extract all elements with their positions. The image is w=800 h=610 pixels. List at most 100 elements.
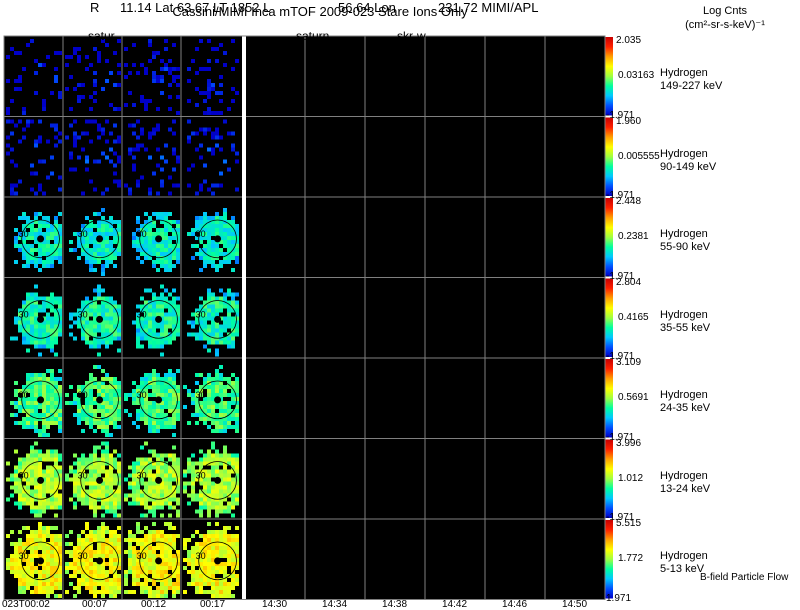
flux-pixel [195, 224, 199, 228]
flux-pixel [34, 212, 38, 216]
flux-pixel [101, 441, 105, 446]
flux-pixel [168, 417, 172, 421]
flux-pixel [219, 365, 223, 369]
flux-pixel [93, 465, 97, 470]
flux-pixel [93, 232, 97, 236]
flux-pixel [85, 481, 89, 486]
flux-pixel [93, 594, 97, 598]
flux-pixel [128, 413, 132, 417]
flux-pixel [211, 574, 215, 578]
flux-pixel [132, 240, 136, 244]
flux-pixel [156, 75, 160, 79]
flux-pixel [195, 509, 199, 514]
flux-pixel [77, 566, 81, 570]
flux-pixel [223, 324, 227, 329]
flux-pixel [46, 586, 50, 590]
flux-pixel [195, 191, 199, 196]
flux-pixel [101, 513, 105, 518]
flux-pixel [168, 308, 172, 313]
overlay-label-saturn: saturn [296, 29, 330, 43]
flux-pixel [227, 501, 231, 506]
flux-pixel [58, 477, 62, 482]
flux-pixel [117, 590, 121, 594]
flux-pixel [207, 501, 211, 506]
flux-pixel [219, 43, 223, 47]
flux-pixel [235, 332, 239, 337]
flux-pixel [152, 485, 156, 490]
flux-pixel [172, 220, 176, 224]
flux-pixel [117, 477, 121, 482]
flux-pixel [211, 332, 215, 337]
flux-pixel [219, 489, 223, 494]
flux-pixel [148, 566, 152, 570]
flux-pixel [160, 505, 164, 510]
flux-pixel [207, 389, 211, 393]
flux-pixel [144, 147, 148, 152]
flux-pixel [6, 562, 10, 566]
flux-pixel [176, 111, 180, 115]
flux-pixel [34, 264, 38, 268]
flux-pixel [168, 320, 172, 325]
flux-pixel [223, 566, 227, 570]
flux-pixel [26, 292, 30, 297]
flux-pixel [207, 449, 211, 454]
flux-pixel [58, 212, 62, 216]
flux-pixel [215, 429, 219, 433]
ring-label: 30 [19, 551, 29, 561]
flux-pixel [199, 461, 203, 466]
flux-pixel [89, 224, 93, 228]
flux-pixel [211, 554, 215, 558]
flux-pixel [211, 183, 215, 188]
flux-pixel [223, 292, 227, 297]
flux-pixel [148, 457, 152, 462]
colorbar-mid-label: 0.03163 [618, 70, 655, 82]
flux-pixel [191, 163, 195, 168]
flux-pixel [54, 461, 58, 466]
flux-pixel [109, 312, 113, 317]
flux-pixel [132, 469, 136, 474]
flux-pixel [46, 328, 50, 333]
flux-pixel [14, 381, 18, 385]
flux-pixel [168, 260, 172, 264]
flux-pixel [105, 79, 109, 83]
flux-pixel [42, 582, 46, 586]
flux-pixel [34, 171, 38, 176]
flux-pixel [54, 236, 58, 240]
flux-pixel [50, 417, 54, 421]
flux-pixel [117, 558, 121, 562]
flux-pixel [65, 135, 69, 140]
flux-pixel [34, 139, 38, 144]
flux-pixel [207, 550, 211, 554]
flux-pixel [73, 135, 77, 140]
flux-pixel [30, 421, 34, 425]
flux-pixel [34, 216, 38, 220]
flux-pixel [132, 590, 136, 594]
flux-pixel [152, 522, 156, 526]
flux-pixel [231, 320, 235, 325]
flux-pixel [160, 385, 164, 389]
flux-pixel [73, 554, 77, 558]
flux-pixel [14, 473, 18, 478]
flux-pixel [144, 107, 148, 111]
flux-pixel [85, 534, 89, 538]
flux-pixel [58, 425, 62, 429]
flux-pixel [215, 550, 219, 554]
flux-pixel [38, 405, 42, 409]
flux-pixel [223, 425, 227, 429]
flux-pixel [69, 562, 73, 566]
flux-pixel [211, 151, 215, 156]
flux-pixel [97, 352, 101, 357]
flux-pixel [101, 594, 105, 598]
flux-pixel [117, 385, 121, 389]
flux-pixel [152, 71, 156, 75]
flux-pixel [50, 308, 54, 313]
flux-pixel [231, 340, 235, 345]
flux-pixel [152, 413, 156, 417]
flux-pixel [54, 123, 58, 128]
colorbar-mid-label: 0.5691 [618, 392, 649, 404]
flux-pixel [113, 554, 117, 558]
flux-pixel [219, 554, 223, 558]
flux-pixel [85, 256, 89, 260]
flux-pixel [105, 421, 109, 425]
flux-pixel [93, 159, 97, 164]
